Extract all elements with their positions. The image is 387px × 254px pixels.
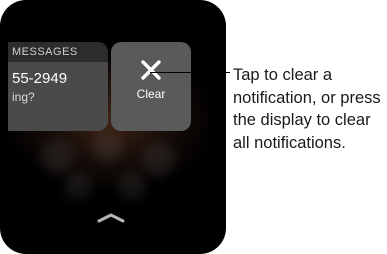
notification-preview: ing? <box>12 90 35 104</box>
notification-title: 55-2949 <box>12 70 68 87</box>
watch-screen: MESSAGES 55-2949 ing? Clear <box>0 0 226 254</box>
callout-text: Tap to clear a notification, or press th… <box>233 66 381 152</box>
callout-leader-line <box>150 72 230 73</box>
close-icon <box>141 60 161 80</box>
bokeh-light <box>64 172 92 200</box>
bokeh-light <box>142 142 176 176</box>
chevron-up-icon[interactable] <box>96 212 126 224</box>
notification-app-name: MESSAGES <box>8 42 108 62</box>
bokeh-light <box>92 132 122 162</box>
bokeh-light <box>40 140 74 174</box>
notification-card[interactable]: MESSAGES 55-2949 ing? <box>8 42 108 131</box>
bokeh-light <box>118 172 146 200</box>
clear-button[interactable]: Clear <box>111 42 191 131</box>
clear-button-label: Clear <box>136 87 166 101</box>
